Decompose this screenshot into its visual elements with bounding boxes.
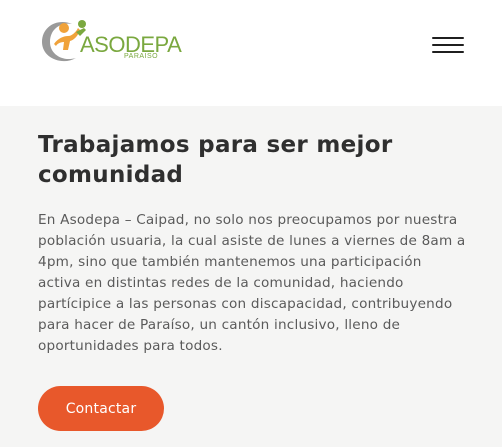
menu-bar-middle [432, 44, 464, 46]
site-header: ASODEPA PARAISO [0, 0, 502, 106]
community-section: Trabajamos para ser mejor comunidad En A… [38, 130, 468, 357]
asodepa-logo[interactable]: ASODEPA PARAISO [38, 14, 182, 66]
section-headline: Trabajamos para ser mejor comunidad [38, 132, 393, 188]
contact-button[interactable]: Contactar [38, 386, 164, 431]
section-description: En Asodepa – Caipad, no solo nos preocup… [38, 212, 466, 354]
menu-bar-bottom [432, 51, 464, 53]
logo-subtitle: PARAISO [124, 53, 159, 60]
menu-bar-top [432, 37, 464, 39]
hamburger-icon[interactable] [432, 34, 465, 56]
